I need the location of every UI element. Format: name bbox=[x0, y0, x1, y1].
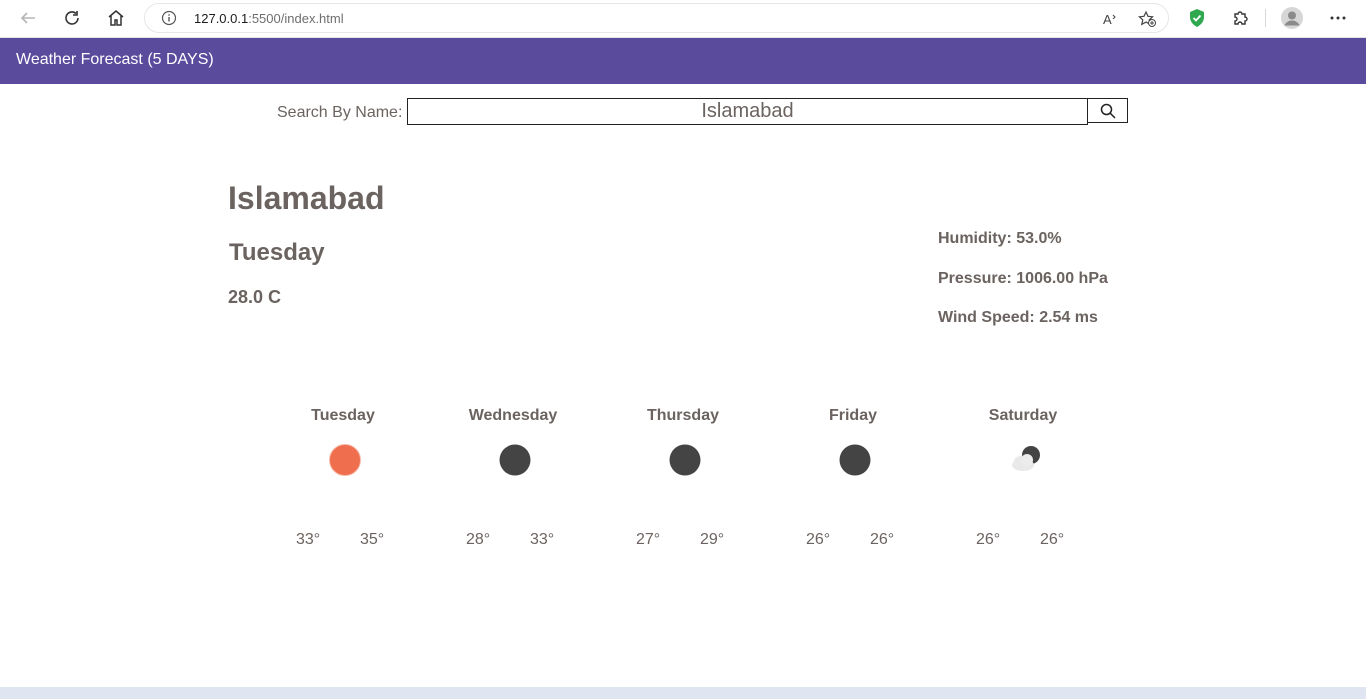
app-header: Weather Forecast (5 DAYS) bbox=[0, 38, 1366, 84]
forecast-high: 26° bbox=[1040, 531, 1065, 548]
url-text: 127.0.0.1:5500/index.html bbox=[194, 11, 344, 26]
avatar-icon bbox=[1281, 7, 1303, 29]
search-label: Search By Name: bbox=[277, 104, 403, 121]
taskbar-edge bbox=[0, 687, 1366, 699]
forecast-day: Wednesday bbox=[468, 407, 558, 424]
profile-button[interactable] bbox=[1277, 4, 1307, 32]
forecast-card: Tuesday 33° 35° bbox=[258, 405, 428, 555]
current-day: Tuesday bbox=[229, 239, 325, 266]
moon-icon bbox=[669, 444, 701, 476]
more-dots-icon bbox=[1330, 16, 1346, 20]
forecast-low: 26° bbox=[806, 531, 831, 548]
refresh-icon bbox=[65, 11, 79, 25]
read-aloud-icon[interactable]: A bbox=[1102, 10, 1120, 28]
forecast-low: 27° bbox=[636, 531, 661, 548]
forecast-high: 29° bbox=[700, 531, 725, 548]
sun-icon bbox=[329, 444, 361, 476]
search-icon bbox=[1100, 103, 1116, 119]
forecast-low: 28° bbox=[466, 531, 491, 548]
svg-text:A: A bbox=[1103, 12, 1112, 27]
search-input[interactable] bbox=[407, 98, 1088, 125]
forecast-day: Friday bbox=[828, 407, 877, 424]
pressure-text: Pressure: 1006.00 hPa bbox=[938, 270, 1108, 287]
home-button[interactable] bbox=[101, 4, 131, 32]
forecast-day: Tuesday bbox=[311, 407, 375, 424]
puzzle-icon bbox=[1234, 11, 1248, 25]
moon-icon bbox=[839, 444, 871, 476]
wind-speed-text: Wind Speed: 2.54 ms bbox=[938, 309, 1098, 326]
forecast-low: 26° bbox=[976, 531, 1001, 548]
back-button[interactable] bbox=[13, 4, 43, 32]
favorites-add-icon[interactable] bbox=[1137, 10, 1157, 28]
cloud-moon-icon bbox=[1012, 446, 1040, 471]
forecast-high: 26° bbox=[870, 531, 895, 548]
city-name: Islamabad bbox=[228, 180, 385, 216]
refresh-button[interactable] bbox=[57, 4, 87, 32]
forecast-card: Saturday 26° 26° bbox=[938, 405, 1108, 555]
forecast-day: Saturday bbox=[988, 407, 1058, 424]
extensions-button[interactable] bbox=[1226, 4, 1256, 32]
app-title: Weather Forecast (5 DAYS) bbox=[16, 51, 214, 68]
info-icon bbox=[161, 10, 177, 26]
forecast-card: Thursday 27° 29° bbox=[598, 405, 768, 555]
back-arrow-icon bbox=[20, 12, 35, 24]
forecast-high: 35° bbox=[360, 531, 385, 548]
home-icon bbox=[108, 10, 124, 26]
humidity-text: Humidity: 53.0% bbox=[938, 230, 1062, 247]
forecast-day: Thursday bbox=[646, 407, 719, 424]
forecast-high: 33° bbox=[530, 531, 555, 548]
search-button[interactable] bbox=[1087, 98, 1128, 123]
browser-toolbar: 127.0.0.1:5500/index.html A bbox=[0, 0, 1366, 38]
extension-shield-button[interactable] bbox=[1182, 4, 1212, 32]
current-temperature: 28.0 C bbox=[228, 287, 282, 307]
shield-check-icon bbox=[1190, 9, 1204, 27]
address-bar[interactable]: 127.0.0.1:5500/index.html A bbox=[144, 3, 1169, 33]
forecast-card: Wednesday 28° 33° bbox=[428, 405, 598, 555]
moon-icon bbox=[499, 444, 531, 476]
settings-menu-button[interactable] bbox=[1323, 4, 1353, 32]
forecast-card: Friday 26° 26° bbox=[768, 405, 938, 555]
forecast-low: 33° bbox=[296, 531, 321, 548]
toolbar-separator bbox=[1265, 9, 1266, 27]
